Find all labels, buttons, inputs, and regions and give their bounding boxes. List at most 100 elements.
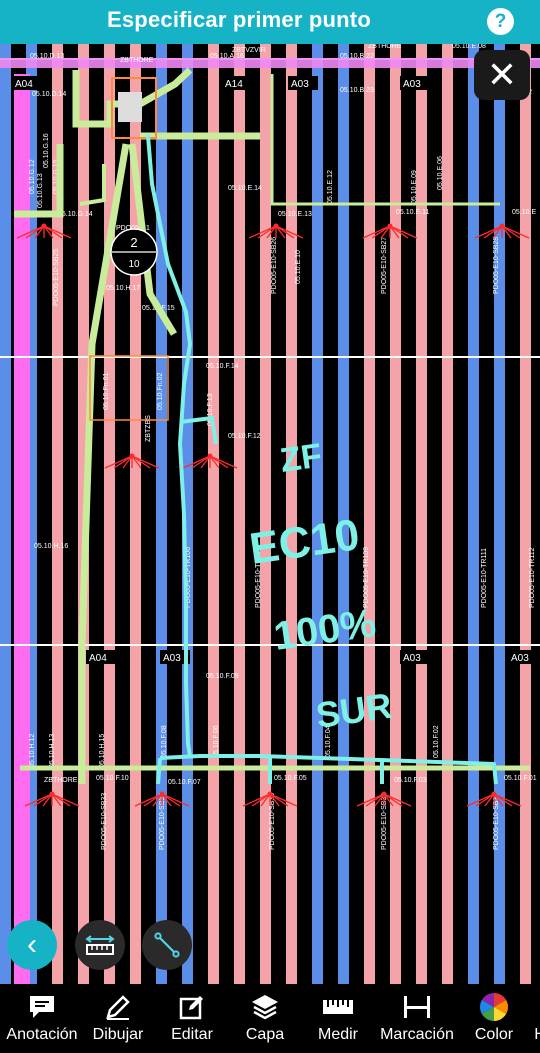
zone-label: A04 bbox=[89, 653, 107, 664]
pencil-icon bbox=[106, 995, 130, 1020]
tool-label: Capa bbox=[245, 1026, 285, 1043]
cad-label-vertical: PDO05-E10-SB26 bbox=[271, 237, 278, 294]
ruler-icon bbox=[323, 1000, 353, 1014]
stripe bbox=[364, 44, 375, 984]
zone-label: A03 bbox=[511, 653, 529, 664]
tap-line bbox=[191, 455, 211, 469]
tool-label: Editar bbox=[171, 1026, 213, 1043]
cad-label-vertical: PDO05-E10-SB27 bbox=[381, 237, 388, 294]
tap-node bbox=[381, 791, 387, 797]
cad-label-row: 05.10.F.12 bbox=[228, 433, 261, 440]
layers-icon bbox=[252, 995, 278, 1020]
cad-label-vertical: 05.10.E.06 bbox=[437, 156, 444, 190]
cad-label-vertical: 05.10.H.15 bbox=[99, 734, 106, 768]
cad-label-vertical: 05.10.E.12 bbox=[327, 170, 334, 204]
node-bottom-number: 10 bbox=[128, 259, 140, 270]
close-button[interactable]: ✕ bbox=[474, 50, 530, 100]
tool-draw[interactable]: Dibujar bbox=[88, 984, 148, 1053]
tool-color[interactable]: Color bbox=[468, 984, 520, 1053]
tool-label: Medir bbox=[317, 1026, 358, 1043]
cad-label-bottom: 05.10.F.09 bbox=[206, 673, 239, 680]
line-segment-icon bbox=[154, 932, 180, 958]
handdrawn-route bbox=[156, 757, 162, 785]
zone-label: A03 bbox=[403, 653, 421, 664]
cad-label-bottom: 05.10.F.05 bbox=[274, 775, 307, 782]
cad-label-vertical: PDO05-E10-TR111 bbox=[481, 548, 488, 608]
grid-line bbox=[0, 356, 540, 358]
tap-node bbox=[207, 453, 213, 459]
cad-label-row: 05.10.H.16 bbox=[34, 543, 68, 550]
cad-label-top: ZBTHORE bbox=[120, 57, 154, 64]
tap-node bbox=[41, 223, 47, 229]
cad-label-vertical: 05.10.F.02 bbox=[433, 725, 440, 758]
drawing-canvas[interactable]: A04 A14 A03 A03 A04 A03 A03 A03 05.10.D.13 ZBTHOR… bbox=[0, 44, 540, 984]
cad-label-row: 05.10.E.13 bbox=[278, 211, 312, 218]
cad-label-vertical: 05.10.Fn.01 bbox=[103, 373, 110, 410]
tool-measure[interactable]: Medir bbox=[308, 984, 368, 1053]
zone-label: A03 bbox=[291, 79, 309, 90]
tap-node bbox=[129, 453, 135, 459]
cad-label-top: 05.10.E.08 bbox=[452, 44, 486, 50]
cad-label-vertical: PDO05-E10-TR109 bbox=[363, 547, 370, 608]
tool-label: H bbox=[528, 1026, 540, 1044]
stripe bbox=[286, 44, 297, 984]
cad-label-vertical: 05.10.F.08 bbox=[161, 725, 168, 758]
zone-label: A04 bbox=[15, 79, 33, 90]
help-button[interactable]: ? bbox=[487, 8, 514, 35]
line-tool-button[interactable] bbox=[142, 920, 192, 970]
dimension-icon bbox=[404, 996, 430, 1018]
top-bus bbox=[0, 58, 540, 68]
zone-label: A03 bbox=[403, 79, 421, 90]
ruler-icon bbox=[85, 935, 115, 955]
annotation-icon bbox=[30, 996, 54, 1018]
bottom-toolbar: Anotación Dibujar Editar Capa Medir Marc… bbox=[0, 984, 540, 1053]
tool-label: Dibujar bbox=[92, 1026, 144, 1043]
color-wheel-icon bbox=[480, 993, 508, 1021]
back-button[interactable]: ‹ bbox=[7, 920, 57, 970]
stripe bbox=[520, 44, 531, 984]
tool-label: Color bbox=[474, 1026, 514, 1043]
cad-label-top: 05.10.D.14 bbox=[32, 91, 66, 98]
page-title: Especificar primer punto bbox=[107, 7, 371, 32]
cad-label-vertical: PDO05-E10-TR112 bbox=[529, 547, 536, 608]
cad-label-vertical: 05.10.E.09 bbox=[411, 170, 418, 204]
cad-label-top: 05.10.B.22 bbox=[340, 53, 374, 60]
measure-shortcut-button[interactable] bbox=[75, 920, 125, 970]
cad-label-vertical: 05.10.E.10 bbox=[295, 250, 302, 284]
zone-label: A03 bbox=[163, 653, 181, 664]
tap-node bbox=[267, 791, 273, 797]
zone-label: A14 bbox=[225, 79, 243, 90]
cad-label-vertical: PDO05-E10-SB33 bbox=[101, 793, 108, 850]
cad-label-bottom: 05.10.F.10 bbox=[96, 775, 129, 782]
cad-label-row: 05.10.E bbox=[512, 209, 536, 216]
cad-label-top: 05.10.A.16 bbox=[210, 53, 244, 60]
tool-edit[interactable]: Editar bbox=[162, 984, 222, 1053]
cad-label-top: ZBTVZVIR bbox=[232, 47, 266, 54]
tool-annotation[interactable]: Anotación bbox=[0, 984, 84, 1053]
tap-node bbox=[159, 791, 165, 797]
cad-label-vertical: ZBTZBS bbox=[145, 415, 152, 442]
cad-label-vertical: 05.10.G.13 bbox=[37, 173, 44, 208]
close-icon: ✕ bbox=[486, 54, 518, 95]
tap-node bbox=[273, 223, 279, 229]
cad-label-top: 05.10.B.23 bbox=[340, 87, 374, 94]
cad-label-vertical: PDO05-E10-SB28 bbox=[493, 237, 500, 294]
stripe bbox=[468, 44, 479, 984]
tool-layer[interactable]: Capa bbox=[236, 984, 294, 1053]
tool-more[interactable]: H bbox=[528, 984, 540, 1053]
tool-label: Anotación bbox=[6, 1026, 78, 1043]
tap-node bbox=[491, 791, 497, 797]
cad-label-row: 05.10.E.11 bbox=[396, 209, 429, 216]
cad-label-row: 05.10.H.17 bbox=[106, 285, 140, 292]
drawing-svg[interactable]: A04 A14 A03 A03 A04 A03 A03 A03 05.10.D.13 ZBTHOR… bbox=[0, 44, 540, 984]
cad-label-vertical: 05.10.H.13 bbox=[49, 734, 56, 768]
tap-node bbox=[387, 223, 393, 229]
stripe bbox=[390, 44, 401, 984]
tool-dimension[interactable]: Marcación bbox=[374, 984, 460, 1053]
handwritten-note: SUR bbox=[313, 685, 394, 736]
edit-icon bbox=[179, 996, 203, 1020]
cad-label-vertical: 05.10.F.06 bbox=[213, 725, 220, 758]
tool-label: Marcación bbox=[380, 1026, 454, 1043]
cad-label-vertical: 05.10.G.16 bbox=[43, 133, 50, 168]
cad-label-vertical: 05.10.Fn.02 bbox=[157, 373, 164, 410]
